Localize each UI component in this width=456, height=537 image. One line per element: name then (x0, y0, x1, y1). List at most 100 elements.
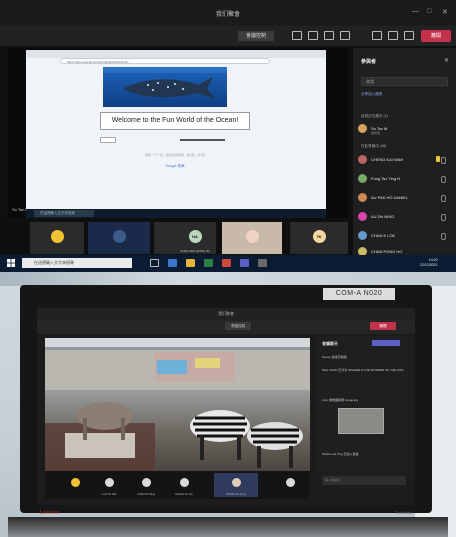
mic-icon[interactable] (388, 31, 398, 40)
minimize-icon[interactable]: — (412, 8, 419, 15)
next-button[interactable] (100, 137, 116, 143)
avatar (231, 478, 241, 487)
attendees-section-header[interactable]: 在此會議中 (48) (361, 144, 386, 149)
participant-name: Fong Tsz Ying N (371, 176, 401, 181)
task-view-icon[interactable] (150, 259, 159, 267)
avatar (70, 478, 80, 487)
mic-off-icon (441, 214, 446, 221)
chat-message-input[interactable]: 輸入新訊息 (322, 476, 406, 485)
chat-action-button[interactable] (372, 340, 400, 346)
windows-start-icon[interactable] (7, 259, 15, 267)
tile-name: CHAN Ho Ming (137, 493, 155, 496)
share-screen-icon[interactable] (404, 31, 414, 40)
meeting-timer: 會議控制 (238, 31, 274, 41)
store-icon[interactable] (204, 259, 213, 267)
leave-button[interactable]: 離開 (421, 30, 451, 42)
laptop-keyboard-edge (8, 517, 448, 537)
asset-label-sticker: COM-A N020 (323, 288, 395, 300)
avatar (285, 478, 295, 487)
chat-image-attachment[interactable] (338, 408, 384, 434)
participant-row[interactable]: AU Zhi NING (358, 211, 453, 222)
chat-title: 會議聊天 (322, 341, 338, 346)
edge-icon[interactable] (168, 259, 177, 267)
file-explorer-icon[interactable] (186, 259, 195, 267)
participant-row[interactable]: Fong Tsz Ying N (358, 173, 453, 184)
avatar (50, 230, 64, 243)
tile-name: WONG Siu Fung (226, 493, 246, 496)
more-actions-icon[interactable] (340, 31, 350, 40)
avatar (358, 247, 367, 255)
panel-close-icon[interactable]: ✕ (444, 57, 449, 64)
chat-message: CHAN Lok Ting 已加入會議 (322, 452, 359, 456)
participant-name: CHAN K LOK (371, 233, 396, 238)
participant-name: CHAN PONG HO (371, 249, 403, 254)
zebra-scene (45, 350, 310, 471)
screen-browser-bar (45, 338, 310, 347)
participant-row[interactable]: AU PAK HO DANIEL (358, 192, 453, 203)
avatar (141, 478, 151, 487)
close-icon[interactable]: ✕ (442, 8, 448, 16)
participant-row[interactable]: CHAN PONG HO (358, 246, 453, 255)
form-welcome-title: Welcome to the Fun World of the Ocean! (100, 112, 250, 130)
invite-input[interactable]: 邀請 (361, 77, 448, 86)
screen-leave-button[interactable]: 離開 (370, 322, 396, 330)
laptop-brand-logo: Lenovo (40, 510, 60, 516)
video-tile[interactable]: CHAN Ho Ming (128, 473, 164, 497)
video-tile[interactable]: LAU Tsz Wai (92, 473, 126, 497)
video-tile[interactable] (30, 222, 84, 254)
teams-icon[interactable] (240, 259, 249, 267)
participant-role: 組織者 (371, 131, 381, 135)
video-tile[interactable]: 7K (290, 222, 348, 254)
participant-row[interactable]: CHAN K LOK (358, 230, 453, 241)
chat-message: Link: 動物園導覽 image.jpg (322, 398, 359, 402)
raised-hand-icon (436, 156, 440, 162)
taskbar-clock[interactable]: 14:20 22/12/2021 (420, 258, 438, 268)
avatar (358, 155, 367, 164)
avatar (104, 478, 114, 487)
chat-icon[interactable] (308, 31, 318, 40)
participant-row[interactable]: So Tsz M 組織者 (358, 123, 453, 135)
background-gap (0, 272, 456, 286)
zoo-shared-image (45, 338, 310, 471)
whale-shark-image (103, 67, 227, 99)
avatar (358, 231, 367, 240)
video-tile[interactable]: LEUNG Ka Yan (166, 473, 202, 497)
mic-off-icon (441, 176, 446, 183)
avatar (179, 478, 189, 487)
avatar: 7K (312, 230, 326, 243)
mic-off-icon (441, 233, 446, 240)
video-tile[interactable]: HA CHAN WAI HONG (S) (174, 222, 216, 254)
video-tile[interactable] (60, 473, 90, 497)
maximize-icon[interactable]: □ (427, 8, 431, 15)
form-progress-bar (180, 139, 225, 141)
video-tile[interactable] (272, 473, 308, 497)
reactions-icon[interactable] (324, 31, 334, 40)
browser-address-bar: https://docs.google.com/forms/d/e/1FAIpQ… (60, 58, 270, 64)
app-icon[interactable] (258, 259, 267, 267)
avatar: HA (188, 230, 202, 243)
mic-off-icon (441, 195, 446, 202)
taskbar-search-input[interactable]: 在這裡輸入文字來搜尋 (22, 258, 132, 268)
video-tile[interactable] (222, 222, 282, 254)
camera-icon[interactable] (372, 31, 382, 40)
browser-tabs (26, 50, 326, 58)
tile-name: LAU Tsz Wai (101, 493, 117, 496)
chrome-icon[interactable] (222, 259, 231, 267)
participant-row[interactable]: CHENG KAI WAH (358, 154, 453, 165)
avatar (358, 212, 367, 221)
share-invite-link[interactable]: 分享加入邀請 (361, 92, 382, 97)
form-navigation-row (100, 136, 250, 144)
participant-name: AU PAK HO DANIEL (371, 195, 409, 200)
avatar (112, 230, 126, 243)
form-progress-text: 請按「下一步」開始回答問題 · 第1頁，共5頁 (144, 153, 205, 157)
video-tile[interactable]: WONG Siu Fung (214, 473, 258, 497)
participant-name: AU Zhi NING (371, 214, 395, 219)
video-tile[interactable] (88, 222, 150, 254)
shared-taskbar-search: 在這裡輸入文字來搜尋 (34, 210, 94, 217)
participant-name: CHENG KAI WAH (371, 157, 404, 162)
presenter-section-header[interactable]: 目前正在展示 (1) (361, 114, 388, 119)
whale-shark-banner (103, 67, 227, 107)
participants-icon[interactable] (292, 31, 302, 40)
google-forms-footer: Google 表單 (165, 164, 185, 168)
window-title: 我们聚會 (215, 12, 240, 18)
